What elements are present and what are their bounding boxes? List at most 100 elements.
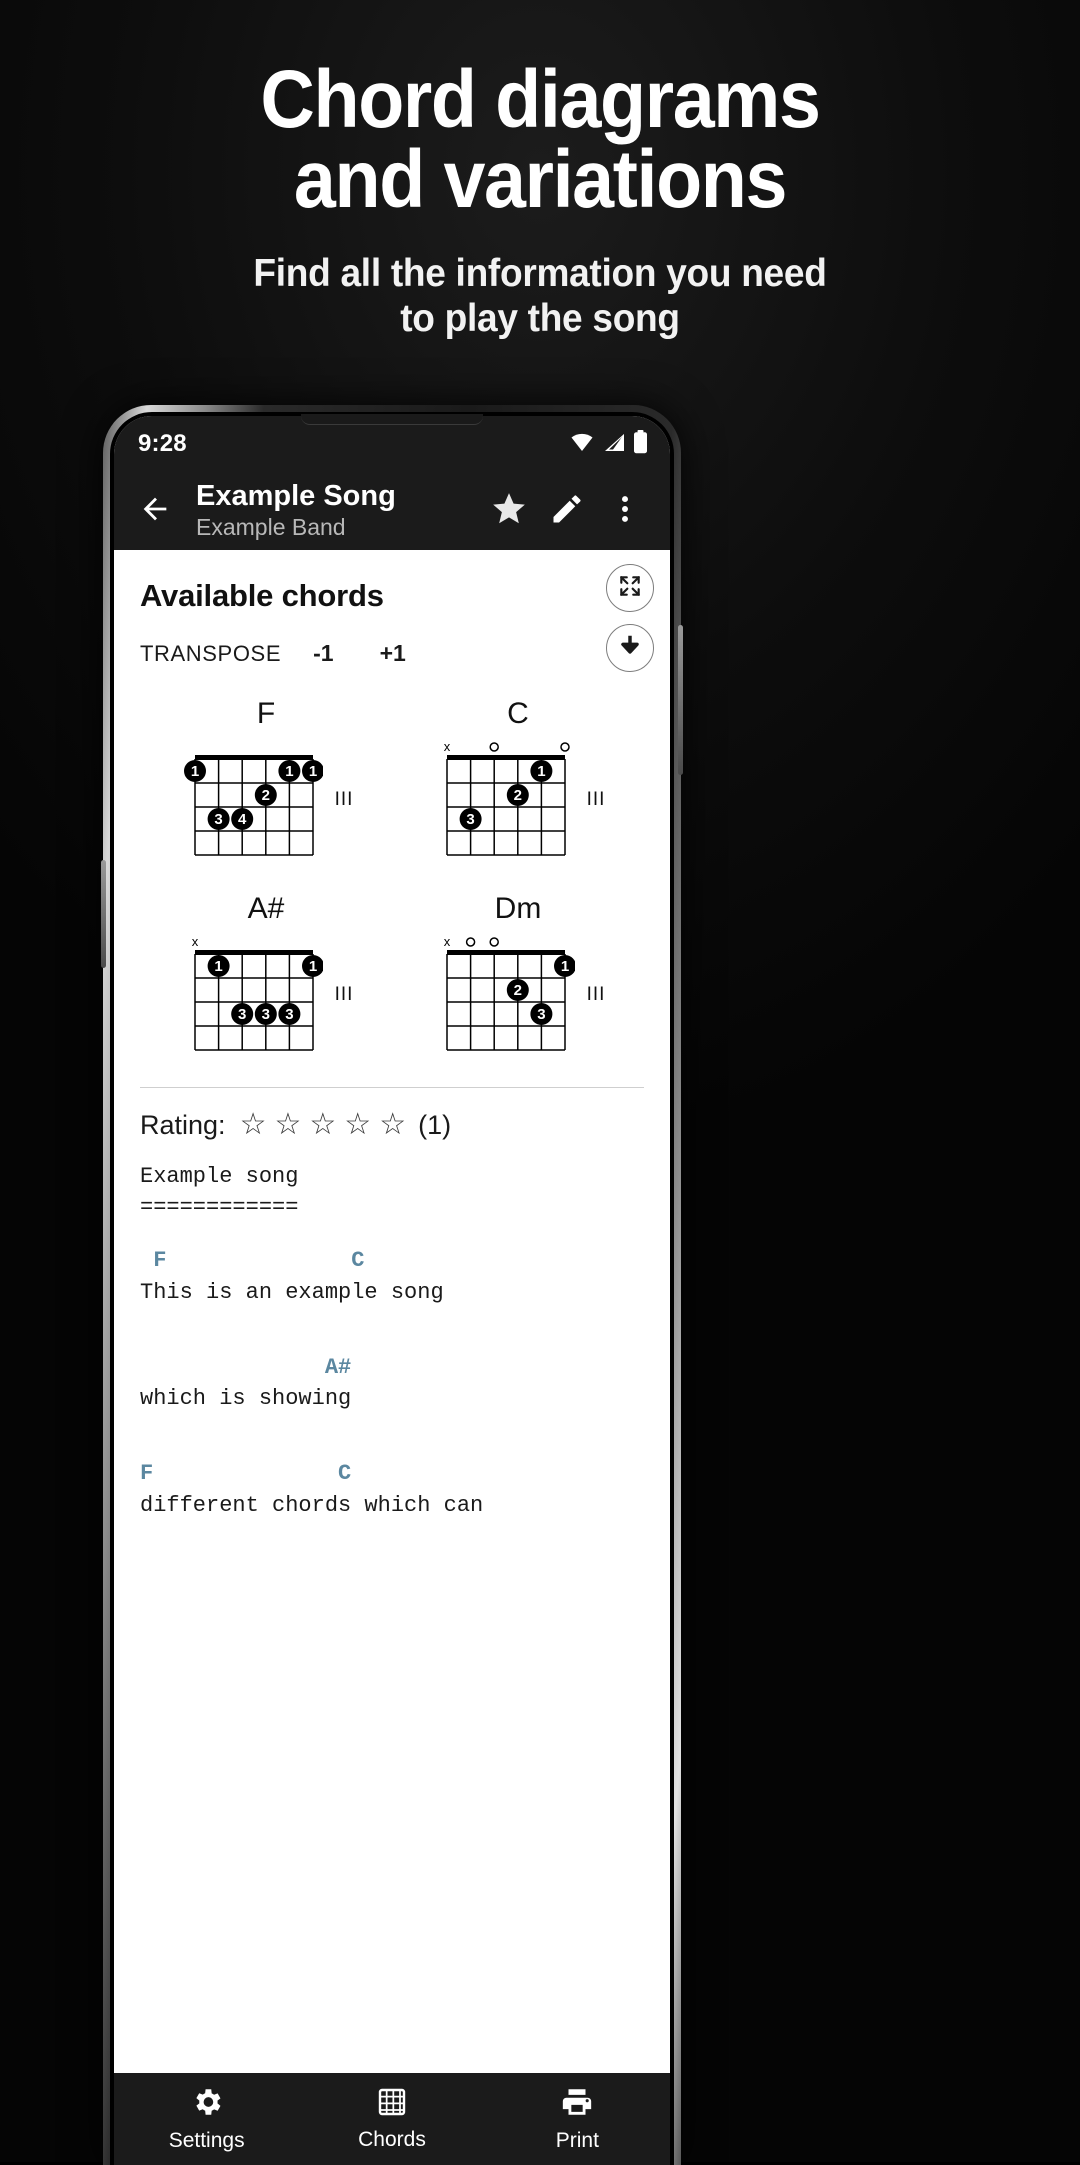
svg-text:1: 1: [308, 958, 316, 975]
fretboard-icon: 111234: [179, 733, 324, 866]
chord-diagram-grid: F 1 1 1 2 3 4 III Cx 1 2 3 III A# x 1 1 3 3 3 III Dm x 1 2 3 III: [114, 667, 670, 1061]
available-chords-title: Available chords: [140, 578, 384, 613]
rating-star-1[interactable]: ☆: [240, 1108, 267, 1141]
pencil-icon: [549, 491, 585, 532]
headline-line-1: Chord diagrams: [260, 54, 821, 145]
subhead-line-2: to play the song: [400, 296, 680, 340]
rating-star-2[interactable]: ☆: [274, 1108, 301, 1141]
transpose-up-button[interactable]: +1: [366, 640, 420, 667]
rating-count: (1): [418, 1110, 452, 1140]
wifi-icon: [569, 432, 595, 457]
rating-star-4[interactable]: ☆: [344, 1108, 371, 1141]
svg-text:3: 3: [537, 1006, 545, 1023]
lyrics-chord-line: A#: [140, 1354, 352, 1380]
svg-text:x: x: [443, 934, 450, 949]
download-button[interactable]: [606, 624, 654, 672]
volume-button[interactable]: [101, 860, 106, 968]
transpose-label: TRANSPOSE: [140, 640, 282, 666]
nav-item-chords[interactable]: Chords: [300, 2086, 483, 2152]
transpose-row: TRANSPOSE -1 +1: [114, 614, 670, 667]
lyrics-text-line: ============: [140, 1195, 299, 1221]
power-button[interactable]: [678, 625, 683, 775]
chord-diagram-dm[interactable]: Dm x 1 2 3 III: [392, 892, 644, 1061]
lyrics-text-line: which is showing: [140, 1386, 352, 1412]
svg-text:3: 3: [285, 1006, 293, 1023]
fullscreen-button[interactable]: [606, 564, 654, 612]
fret-position-label: III: [586, 788, 606, 810]
svg-text:2: 2: [513, 787, 521, 804]
svg-text:1: 1: [214, 958, 222, 975]
lyrics-blank-line: [140, 1223, 644, 1245]
svg-text:1: 1: [537, 763, 545, 780]
nav-label-settings: Settings: [168, 2129, 245, 2152]
rating-stars[interactable]: ☆ ☆ ☆ ☆ ☆: [236, 1110, 411, 1141]
chord-diagram-c[interactable]: Cx 1 2 3 III: [392, 697, 644, 866]
chord-diagram-body: x 1 1 3 3 3 III: [179, 928, 354, 1061]
bottom-navigation: Settings Chords Print: [114, 2073, 670, 2165]
rating-row: Rating: ☆ ☆ ☆ ☆ ☆ (1): [114, 1088, 670, 1141]
svg-text:x: x: [191, 934, 198, 949]
more-vert-icon: [610, 492, 640, 531]
gear-icon: [190, 2085, 224, 2124]
lyrics-blank-line: [140, 1308, 644, 1330]
battery-icon: [633, 429, 648, 459]
app-bar: Example Song Example Band: [114, 472, 670, 550]
favorite-button[interactable]: [480, 482, 538, 540]
lyrics-chordsheet: Example song ============ F C This is an e…: [114, 1141, 670, 1521]
phone-notch: [301, 414, 483, 425]
chord-diagram-body: x 1 2 3 III: [431, 733, 606, 866]
song-content: Available chords TRANSPOSE -1 +1 F111234…: [114, 550, 670, 2073]
chord-diagram-f[interactable]: F 1 1 1 2 3 4 III: [140, 697, 392, 866]
svg-text:x: x: [443, 739, 450, 754]
nav-label-print: Print: [555, 2129, 599, 2152]
nav-item-settings[interactable]: Settings: [115, 2085, 298, 2153]
fret-position-label: III: [334, 983, 354, 1005]
promo-headline: Chord diagrams and variations: [43, 54, 1037, 226]
promo-subheadline: Find all the information you need to pla…: [27, 252, 1053, 342]
svg-text:3: 3: [261, 1006, 269, 1023]
chord-diagram-body: x 1 2 3 III: [431, 928, 606, 1061]
fullscreen-expand-icon: [617, 573, 643, 604]
nav-label-chords: Chords: [358, 2128, 426, 2151]
lyrics-text-line: different chords which can: [140, 1492, 484, 1518]
status-icons: [569, 429, 648, 459]
app-bar-titles: Example Song Example Band: [182, 480, 480, 541]
floating-action-column: [606, 564, 654, 672]
overflow-button[interactable]: [596, 482, 654, 540]
svg-text:1: 1: [308, 763, 316, 780]
lyrics-text-line: This is an example song: [140, 1279, 444, 1305]
svg-text:1: 1: [285, 763, 293, 780]
svg-text:1: 1: [560, 958, 568, 975]
lyrics-blank-line: [140, 1330, 644, 1352]
nav-item-print[interactable]: Print: [486, 2085, 669, 2153]
page-title: Example Song: [196, 480, 396, 513]
chord-name: A#: [247, 892, 285, 925]
svg-text:2: 2: [513, 982, 521, 999]
chord-diagram-asharp[interactable]: A# x 1 1 3 3 3 III: [140, 892, 392, 1061]
fretboard-icon: x 1 23: [431, 928, 576, 1061]
chord-name: Dm: [494, 892, 542, 925]
svg-text:2: 2: [261, 787, 269, 804]
edit-button[interactable]: [538, 482, 596, 540]
status-clock: 9:28: [138, 430, 187, 457]
rating-star-5[interactable]: ☆: [379, 1108, 406, 1141]
phone-screen: 9:28 Example Song Example Band Available…: [114, 416, 670, 2165]
lyrics-blank-line: [140, 1414, 644, 1436]
lyrics-text-line: Example song: [140, 1164, 299, 1189]
svg-text:4: 4: [238, 811, 247, 828]
printer-icon: [560, 2085, 594, 2124]
back-button[interactable]: [128, 484, 182, 538]
transpose-down-button[interactable]: -1: [299, 640, 347, 667]
lyrics-chord-line: F C: [140, 1248, 365, 1274]
rating-star-3[interactable]: ☆: [309, 1108, 336, 1141]
chord-name: C: [507, 697, 529, 730]
lyrics-blank-line: [140, 1436, 644, 1458]
signal-icon: [602, 432, 626, 457]
svg-text:3: 3: [214, 811, 222, 828]
chord-diagram-body: 1 1 1 2 3 4 III: [179, 733, 354, 866]
fretboard-icon: x123: [431, 733, 575, 866]
lyrics-chord-line: F C: [140, 1461, 352, 1487]
svg-text:3: 3: [238, 1006, 246, 1023]
phone-bezel: 9:28 Example Song Example Band Available…: [110, 412, 674, 2165]
headline-line-2: and variations: [293, 134, 788, 226]
